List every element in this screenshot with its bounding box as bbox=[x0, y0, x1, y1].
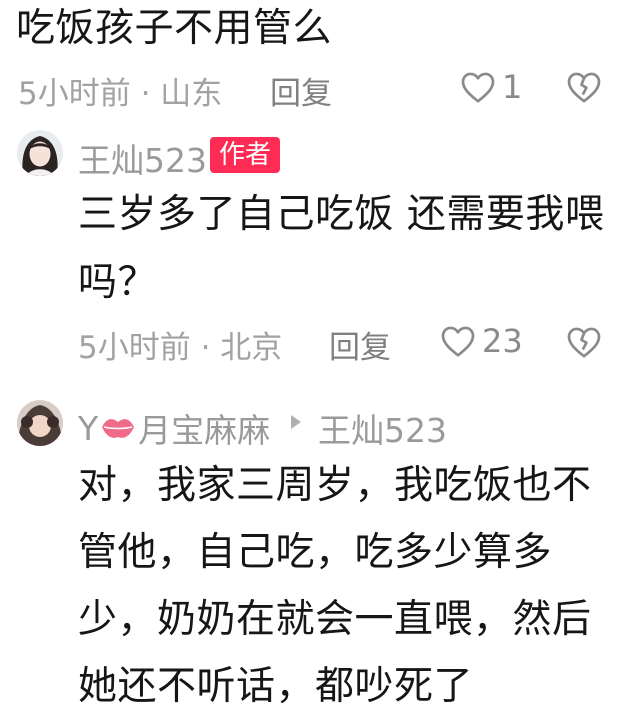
comment-text-line-1: 对，我家三周岁，我吃饭也不 bbox=[78, 463, 592, 508]
reply-button[interactable]: 回复 bbox=[329, 322, 391, 367]
author-name-suffix: 月宝麻麻 bbox=[138, 411, 271, 450]
avatar[interactable] bbox=[17, 400, 63, 446]
author-name-prefix: Y bbox=[78, 408, 99, 448]
author-name[interactable]: Y 月宝麻麻 bbox=[78, 404, 270, 452]
dislike-button[interactable] bbox=[566, 325, 602, 363]
comment-text-line-2: 吗？ bbox=[78, 260, 158, 305]
comment-text: 吃饭孩子不用管么 bbox=[16, 6, 333, 51]
broken-heart-icon bbox=[567, 72, 601, 103]
reply-to-name[interactable]: 王灿523 bbox=[318, 404, 447, 452]
triangle-right-icon bbox=[288, 413, 304, 435]
comment-text-line-3: 少，奶奶在就会一直喂，然后 bbox=[78, 597, 592, 642]
comment-time-location: 5小时前 · 山东 bbox=[18, 76, 223, 112]
like-count: 1 bbox=[502, 68, 523, 106]
comment-time-location: 5小时前 · 北京 bbox=[78, 330, 283, 366]
lips-icon bbox=[102, 419, 135, 438]
author-name[interactable]: 王灿523 bbox=[78, 134, 207, 182]
broken-heart-icon bbox=[567, 327, 601, 358]
comment-text-line-1: 三岁多了自己吃饭 还需要我喂 bbox=[78, 192, 605, 237]
heart-outline-icon bbox=[441, 326, 475, 357]
comment-text-line-4: 她还不听话，都吵死了 bbox=[78, 664, 474, 709]
dislike-button[interactable] bbox=[566, 70, 602, 108]
like-button[interactable]: 1 bbox=[460, 68, 522, 106]
heart-outline-icon bbox=[461, 72, 495, 103]
author-badge: 作者 bbox=[210, 137, 281, 173]
avatar[interactable] bbox=[17, 130, 63, 176]
like-count: 23 bbox=[482, 322, 523, 360]
comment-text-line-2: 管他，自己吃，吃多少算多 bbox=[78, 530, 553, 575]
reply-button[interactable]: 回复 bbox=[270, 68, 332, 113]
like-button[interactable]: 23 bbox=[440, 322, 523, 360]
